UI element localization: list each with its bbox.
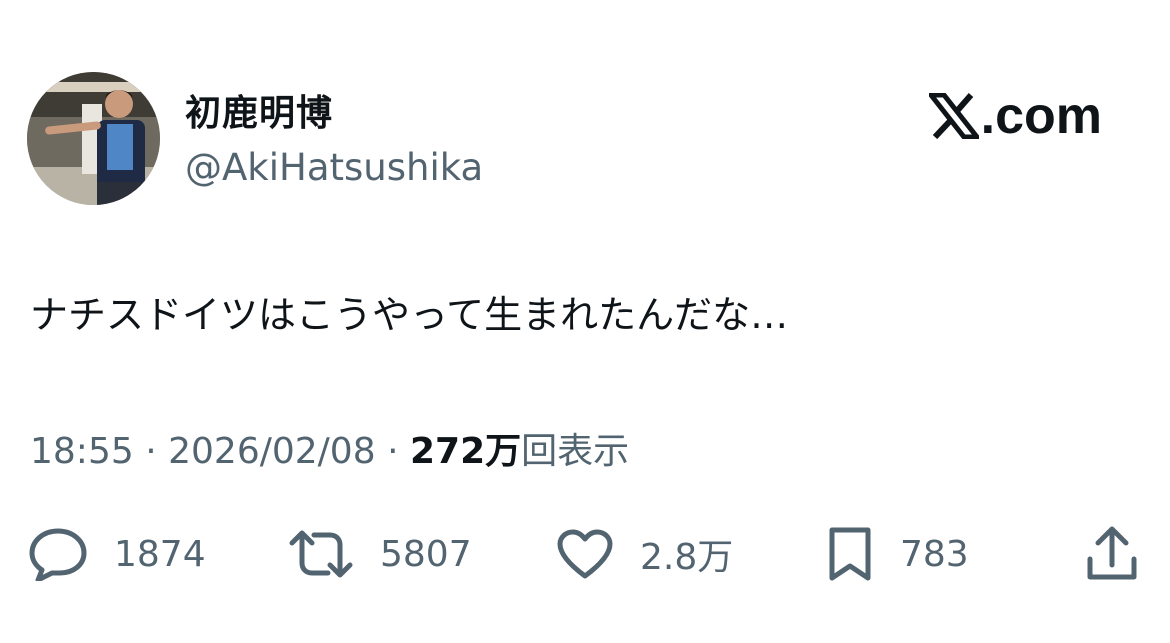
user-handle[interactable]: @AkiHatsushika [185, 146, 483, 190]
tweet-date[interactable]: 2026/02/08 [168, 431, 376, 472]
x-logo-icon [928, 93, 979, 139]
reply-button[interactable]: 1874 [28, 522, 206, 586]
meta-separator: · [145, 431, 157, 472]
meta-separator: · [387, 431, 399, 472]
like-count: 2.8万 [640, 537, 734, 578]
profile-photo [27, 72, 160, 205]
repost-count: 5807 [380, 533, 472, 575]
tweet-text: ナチスドイツはこうやって生まれたんだな… [30, 293, 789, 337]
heart-icon [557, 529, 613, 579]
x-com-brand: .com [928, 87, 1102, 145]
views-count: 272万 [409, 431, 522, 472]
repost-icon [289, 530, 353, 578]
bookmark-icon [829, 527, 871, 581]
like-button[interactable]: 2.8万 [556, 522, 733, 586]
avatar[interactable] [27, 72, 160, 205]
reply-icon [29, 528, 87, 581]
tweet-time[interactable]: 18:55 [30, 431, 134, 472]
action-bar: 1874 5807 2.8万 783 [0, 522, 1170, 586]
display-name[interactable]: 初鹿明博 [185, 92, 333, 136]
brand-domain: .com [980, 87, 1102, 145]
share-button[interactable] [1084, 522, 1140, 586]
views-label: 回表示 [521, 431, 630, 472]
reply-count: 1874 [114, 533, 206, 575]
repost-button[interactable]: 5807 [288, 522, 472, 586]
bookmark-count: 783 [900, 533, 969, 575]
tweet-meta: 18:55 · 2026/02/08 · 272万回表示 [30, 428, 629, 476]
bookmark-button[interactable]: 783 [826, 522, 969, 586]
share-icon [1087, 526, 1137, 580]
